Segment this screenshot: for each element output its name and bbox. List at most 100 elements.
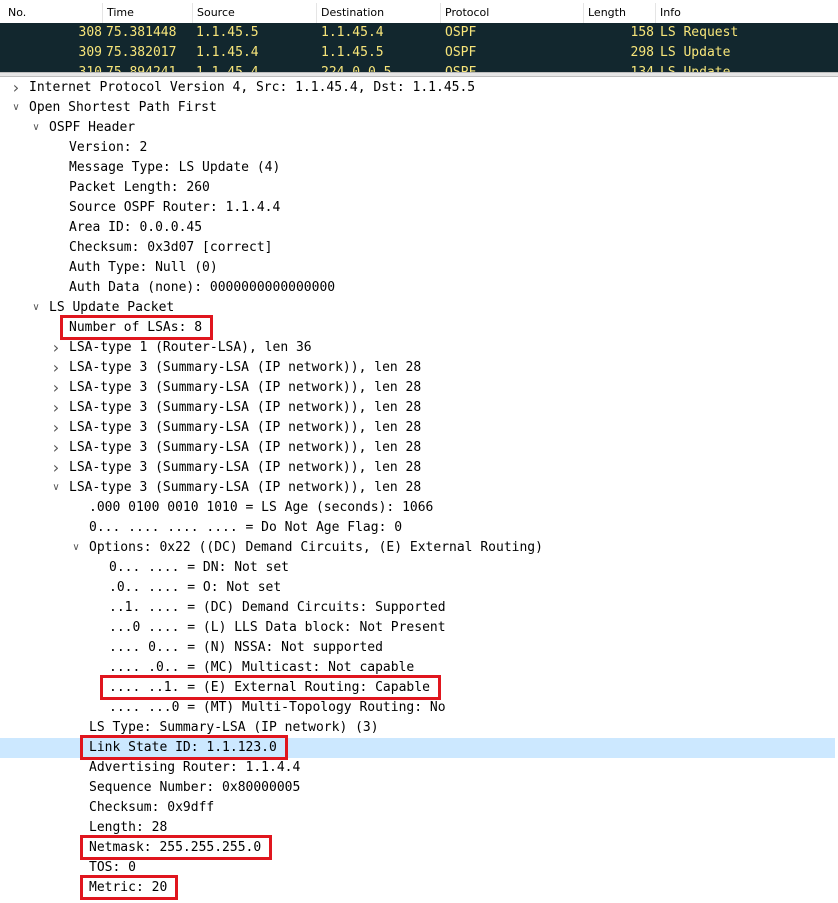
tree-item[interactable]: Auth Data (none): 0000000000000000 (0, 278, 835, 298)
column-header-time[interactable]: Time (102, 3, 192, 23)
tree-item[interactable]: Metric: 20 (0, 878, 835, 898)
packet-length: 298 (630, 45, 654, 60)
packet-list[interactable]: No. Time Source Destination Protocol Len… (0, 0, 838, 72)
packet-no: 308 (78, 25, 102, 40)
column-header-protocol[interactable]: Protocol (440, 3, 583, 23)
tree-item-label: LSA-type 3 (Summary-LSA (IP network)), l… (69, 380, 422, 395)
packet-row[interactable]: 309 75.382017 1.1.45.4 1.1.45.5 OSPF 298… (0, 43, 838, 63)
tree-item[interactable]: Checksum: 0x9dff (0, 798, 835, 818)
tree-item[interactable]: .... .0.. = (MC) Multicast: Not capable (0, 658, 835, 678)
tree-item-label: Netmask: 255.255.255.0 (89, 840, 262, 855)
column-header-no[interactable]: No. (4, 3, 102, 23)
packet-source: 1.1.45.4 (196, 63, 259, 72)
tree-item[interactable]: › LSA-type 3 (Summary-LSA (IP network)), … (0, 398, 835, 418)
packet-destination: 224.0.0.5 (321, 63, 391, 72)
packet-length: 134 (590, 63, 654, 72)
tree-item[interactable]: Auth Type: Null (0) (0, 258, 835, 278)
tree-item[interactable]: › LSA-type 3 (Summary-LSA (IP network)), … (0, 438, 835, 458)
tree-item[interactable]: Netmask: 255.255.255.0 (0, 838, 835, 858)
tree-item-label: LSA-type 3 (Summary-LSA (IP network)), l… (69, 440, 422, 455)
collapse-arrow-icon[interactable]: ∨ (10, 98, 22, 118)
tree-item[interactable]: Number of LSAs: 8 (0, 318, 835, 338)
tree-item[interactable]: Message Type: LS Update (4) (0, 158, 835, 178)
tree-item[interactable]: ...0 .... = (L) LLS Data block: Not Pres… (0, 618, 835, 638)
tree-item[interactable]: Link State ID: 1.1.123.0 (0, 738, 835, 758)
packet-length: 158 (630, 25, 654, 40)
column-header-destination[interactable]: Destination (316, 3, 440, 23)
tree-item[interactable]: .... ..1. = (E) External Routing: Capabl… (0, 678, 835, 698)
tree-item[interactable]: › LSA-type 3 (Summary-LSA (IP network)), … (0, 358, 835, 378)
tree-item[interactable]: Version: 2 (0, 138, 835, 158)
tree-item-label: Checksum: 0x9dff (89, 800, 215, 815)
packet-info: LS Update (660, 63, 730, 72)
collapse-arrow-icon[interactable]: ∨ (30, 298, 42, 318)
collapse-arrow-icon[interactable]: ∨ (30, 118, 42, 138)
tree-item-label: Metric: 20 (89, 880, 168, 895)
tree-item[interactable]: ∨ Options: 0x22 ((DC) Demand Circuits, (E… (0, 538, 835, 558)
tree-item-label: LSA-type 3 (Summary-LSA (IP network)), l… (69, 360, 422, 375)
collapse-arrow-icon[interactable]: ∨ (70, 538, 82, 558)
expand-arrow-icon[interactable]: › (50, 378, 62, 398)
tree-item[interactable]: ∨ OSPF Header (0, 118, 835, 138)
expand-arrow-icon[interactable]: › (50, 418, 62, 438)
tree-item[interactable]: › LSA-type 3 (Summary-LSA (IP network)), … (0, 418, 835, 438)
collapse-arrow-icon[interactable]: ∨ (50, 478, 62, 498)
tree-item[interactable]: ∨ LSA-type 3 (Summary-LSA (IP network)), … (0, 478, 835, 498)
packet-no: 310 (40, 63, 102, 72)
tree-item-label: Message Type: LS Update (4) (69, 160, 281, 175)
column-header-length[interactable]: Length (583, 3, 655, 23)
column-header-source[interactable]: Source (192, 3, 316, 23)
tree-item-label: Checksum: 0x3d07 [correct] (69, 240, 273, 255)
tree-item[interactable]: 0... .... .... .... = Do Not Age Flag: 0 (0, 518, 835, 538)
tree-item[interactable]: ∨ Open Shortest Path First (0, 98, 835, 118)
packet-time: 75.382017 (106, 45, 177, 60)
expand-arrow-icon[interactable]: › (50, 358, 62, 378)
tree-item[interactable]: › Internet Protocol Version 4, Src: 1.1.4… (0, 78, 835, 98)
packet-details-tree[interactable]: › Internet Protocol Version 4, Src: 1.1.4… (0, 77, 838, 903)
tree-item[interactable]: Advertising Router: 1.1.4.4 (0, 758, 835, 778)
tree-item[interactable]: LS Type: Summary-LSA (IP network) (3) (0, 718, 835, 738)
column-header-info[interactable]: Info (655, 3, 838, 23)
tree-item[interactable]: ..1. .... = (DC) Demand Circuits: Suppor… (0, 598, 835, 618)
tree-item-label: Packet Length: 260 (69, 180, 210, 195)
tree-item[interactable]: ∨ LS Update Packet (0, 298, 835, 318)
tree-item-label: OSPF Header (49, 120, 136, 135)
tree-item-label: .000 0100 0010 1010 = LS Age (seconds): … (89, 500, 434, 515)
expand-arrow-icon[interactable]: › (50, 338, 62, 358)
packet-source: 1.1.45.5 (196, 25, 259, 40)
tree-item-label: ..1. .... = (DC) Demand Circuits: Suppor… (109, 600, 446, 615)
expand-arrow-icon[interactable]: › (50, 398, 62, 418)
tree-item[interactable]: 0... .... = DN: Not set (0, 558, 835, 578)
tree-item[interactable]: › LSA-type 3 (Summary-LSA (IP network)), … (0, 458, 835, 478)
tree-item[interactable]: Packet Length: 260 (0, 178, 835, 198)
tree-item-label: .... .0.. = (MC) Multicast: Not capable (109, 660, 415, 675)
tree-item[interactable]: .... ...0 = (MT) Multi-Topology Routing:… (0, 698, 835, 718)
tree-item[interactable]: Sequence Number: 0x80000005 (0, 778, 835, 798)
tree-item-label: Open Shortest Path First (29, 100, 217, 115)
tree-item[interactable]: Source OSPF Router: 1.1.4.4 (0, 198, 835, 218)
tree-item-label: 0... .... = DN: Not set (109, 560, 290, 575)
expand-arrow-icon[interactable]: › (50, 458, 62, 478)
tree-item-label: LSA-type 3 (Summary-LSA (IP network)), l… (69, 480, 422, 495)
tree-item-label: Options: 0x22 ((DC) Demand Circuits, (E)… (89, 540, 543, 555)
tree-item-label: LSA-type 3 (Summary-LSA (IP network)), l… (69, 460, 422, 475)
packet-row[interactable]: 310 75.894241 1.1.45.4 224.0.0.5 OSPF 13… (0, 63, 838, 72)
expand-arrow-icon[interactable]: › (10, 78, 22, 98)
tree-item[interactable]: .000 0100 0010 1010 = LS Age (seconds): … (0, 498, 835, 518)
tree-item-label: .... ..1. = (E) External Routing: Capabl… (109, 680, 430, 695)
tree-item-label: Internet Protocol Version 4, Src: 1.1.45… (29, 80, 476, 95)
packet-info: LS Update (660, 45, 731, 60)
tree-item-label: Sequence Number: 0x80000005 (89, 780, 301, 795)
tree-item[interactable]: › LSA-type 1 (Router-LSA), len 36 (0, 338, 835, 358)
tree-item[interactable]: Length: 28 (0, 818, 835, 838)
tree-item[interactable]: Checksum: 0x3d07 [correct] (0, 238, 835, 258)
tree-item[interactable]: TOS: 0 (0, 858, 835, 878)
tree-item[interactable]: .0.. .... = O: Not set (0, 578, 835, 598)
expand-arrow-icon[interactable]: › (50, 438, 62, 458)
packet-row[interactable]: 308 75.381448 1.1.45.5 1.1.45.4 OSPF 158… (0, 23, 838, 43)
tree-item-label: Length: 28 (89, 820, 168, 835)
tree-item[interactable]: › LSA-type 3 (Summary-LSA (IP network)), … (0, 378, 835, 398)
tree-item-label: Number of LSAs: 8 (69, 320, 203, 335)
tree-item[interactable]: .... 0... = (N) NSSA: Not supported (0, 638, 835, 658)
tree-item[interactable]: Area ID: 0.0.0.45 (0, 218, 835, 238)
